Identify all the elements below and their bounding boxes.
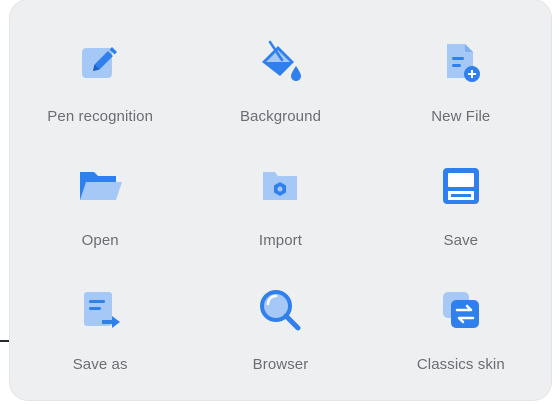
background-button[interactable]: Background — [190, 30, 370, 154]
browser-button[interactable]: Browser — [190, 278, 370, 400]
new-file-button[interactable]: New File — [371, 30, 551, 154]
open-button[interactable]: Open — [10, 154, 190, 278]
pen-recognition-label: Pen recognition — [47, 108, 154, 125]
open-label: Open — [81, 232, 119, 249]
save-as-label: Save as — [72, 356, 128, 373]
folder-open-icon — [76, 162, 124, 210]
new-file-icon — [437, 38, 485, 86]
save-as-button[interactable]: Save as — [10, 278, 190, 400]
file-menu-panel: Pen recognition Background New File Open… — [10, 0, 551, 400]
classics-skin-button[interactable]: Classics skin — [371, 278, 551, 400]
import-label: Import — [258, 232, 303, 249]
menu-grid: Pen recognition Background New File Open… — [10, 30, 551, 400]
import-folder-icon — [256, 162, 304, 210]
swap-skin-icon — [437, 286, 485, 334]
background-label: Background — [239, 108, 322, 125]
pen-recognition-button[interactable]: Pen recognition — [10, 30, 190, 154]
pen-edit-icon — [76, 38, 124, 86]
classics-skin-label: Classics skin — [416, 356, 505, 373]
browser-label: Browser — [252, 356, 309, 373]
save-label: Save — [443, 232, 479, 249]
paint-bucket-icon — [256, 38, 304, 86]
import-button[interactable]: Import — [190, 154, 370, 278]
new-file-label: New File — [431, 108, 491, 125]
save-button[interactable]: Save — [371, 154, 551, 278]
magnifier-icon — [256, 286, 304, 334]
save-as-icon — [76, 286, 124, 334]
save-floppy-icon — [437, 162, 485, 210]
